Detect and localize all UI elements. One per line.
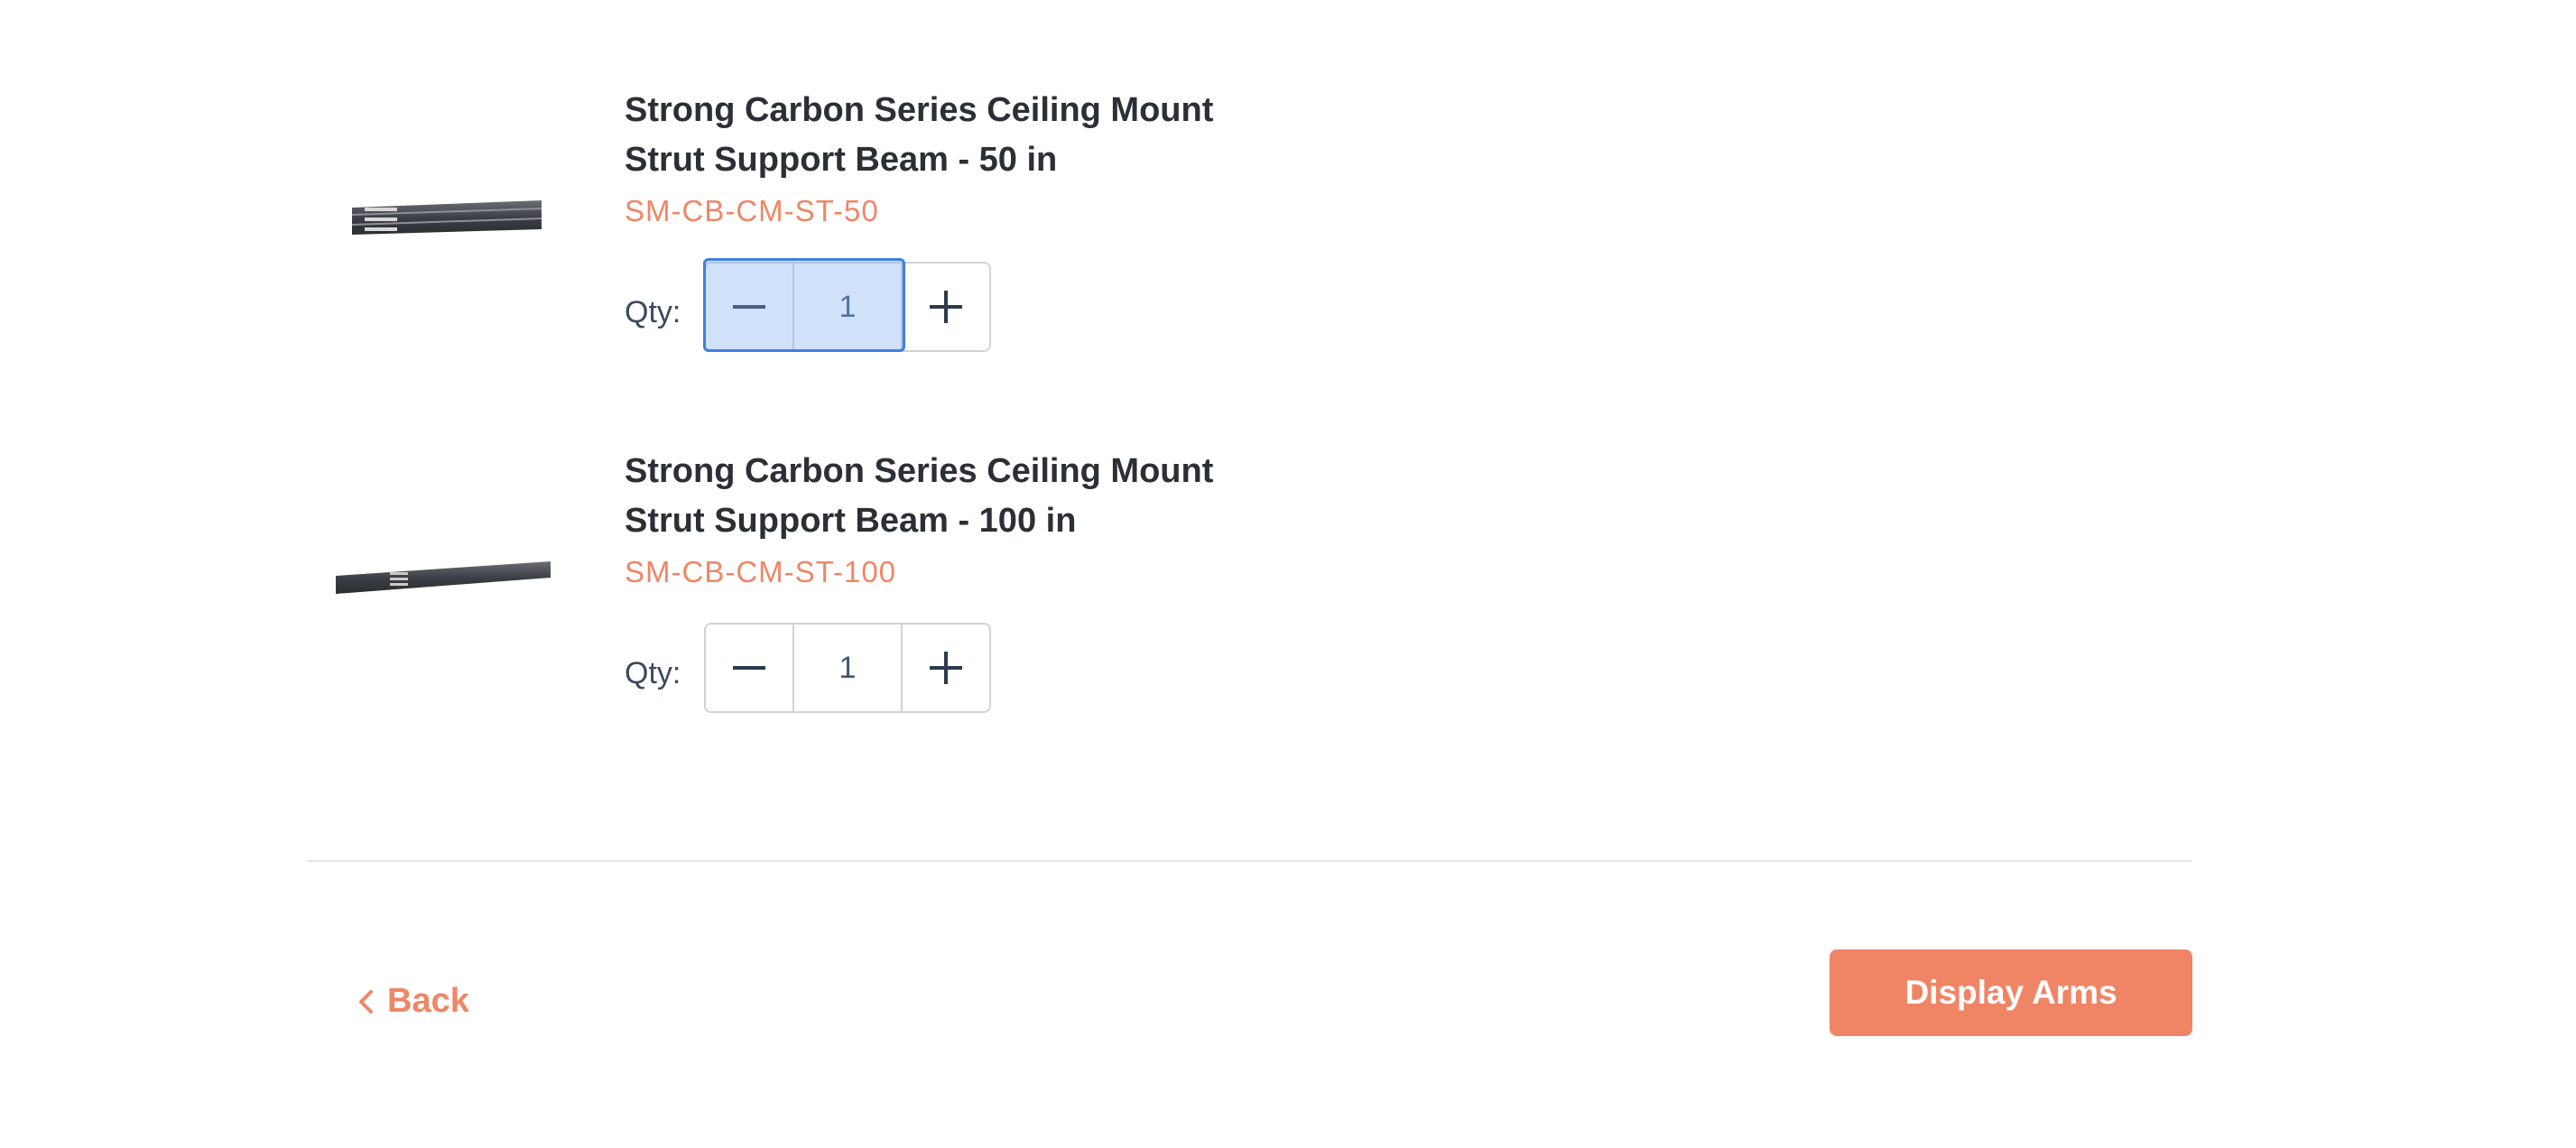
decrement-button[interactable] — [706, 264, 794, 350]
display-arms-button[interactable]: Display Arms — [1830, 949, 2192, 1036]
plus-icon — [930, 291, 962, 323]
product-sku: SM-CB-CM-ST-50 — [625, 194, 879, 227]
plus-icon — [930, 652, 962, 684]
quantity-stepper — [704, 262, 991, 352]
back-button[interactable]: Back — [357, 982, 469, 1021]
quantity-stepper — [704, 623, 991, 713]
quantity-input[interactable] — [794, 264, 901, 350]
increment-button[interactable] — [901, 625, 989, 711]
product-name: Strong Carbon Series Ceiling Mount Strut… — [625, 447, 1274, 546]
minus-icon — [733, 666, 765, 670]
chevron-left-icon — [359, 989, 373, 1014]
product-name-line1: Strong Carbon Series Ceiling Mount — [625, 91, 1214, 129]
product-name-line2: Strut Support Beam - 100 in — [625, 502, 1077, 540]
qty-label: Qty: — [625, 656, 681, 690]
product-sku: SM-CB-CM-ST-100 — [625, 555, 897, 588]
increment-button[interactable] — [901, 264, 989, 350]
back-label: Back — [387, 982, 469, 1020]
strut-beam-100-icon — [336, 561, 551, 594]
product-name: Strong Carbon Series Ceiling Mount Strut… — [625, 86, 1274, 185]
qty-label: Qty: — [625, 295, 681, 329]
divider — [307, 860, 2191, 862]
product-name-line1: Strong Carbon Series Ceiling Mount — [625, 452, 1214, 490]
minus-icon — [733, 305, 765, 309]
quantity-input[interactable] — [794, 625, 901, 711]
strut-beam-50-icon — [351, 200, 542, 235]
decrement-button[interactable] — [706, 625, 794, 711]
product-name-line2: Strut Support Beam - 50 in — [625, 141, 1058, 179]
